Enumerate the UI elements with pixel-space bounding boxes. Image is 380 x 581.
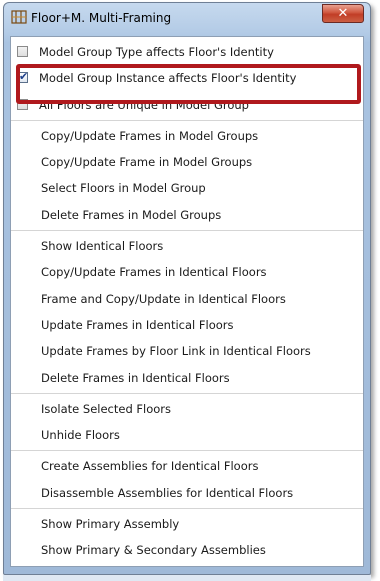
menu-item-show-primary-secondary-assemblies[interactable]: Show Primary & Secondary Assemblies bbox=[11, 537, 363, 563]
assemblies-section: Create Assemblies for Identical Floors D… bbox=[11, 451, 363, 510]
menu-item-isolate-selected-floors[interactable]: Isolate Selected Floors bbox=[11, 396, 363, 422]
menu-item-frame-copy-update-identical[interactable]: Frame and Copy/Update in Identical Floor… bbox=[11, 286, 363, 312]
menu-item-label: All Floors are Unique in Model Group bbox=[39, 97, 249, 112]
window-bottom-edge bbox=[3, 575, 371, 581]
identity-options-section: Model Group Type affects Floor's Identit… bbox=[11, 37, 363, 121]
checkbox-instance-affects-identity[interactable]: ✔ bbox=[17, 70, 28, 84]
checkbox-all-floors-unique[interactable] bbox=[17, 98, 28, 110]
menu-item-delete-frames-identical[interactable]: Delete Frames in Identical Floors bbox=[11, 365, 363, 391]
window-title: Floor+M. Multi-Framing bbox=[31, 11, 172, 25]
menu-item-copy-update-frame-model-groups[interactable]: Copy/Update Frame in Model Groups bbox=[11, 149, 363, 175]
dialog-window: Floor+M. Multi-Framing ✕ Model Group Typ… bbox=[3, 2, 371, 575]
menu-item-all-floors-unique[interactable]: All Floors are Unique in Model Group bbox=[11, 92, 363, 118]
menu-item-show-identical-floors[interactable]: Show Identical Floors bbox=[11, 233, 363, 259]
checkbox-type-affects-identity[interactable] bbox=[17, 46, 28, 57]
identical-floors-section: Show Identical Floors Copy/Update Frames… bbox=[11, 231, 363, 394]
menu-item-label: Model Group Type affects Floor's Identit… bbox=[39, 45, 274, 59]
close-icon: ✕ bbox=[337, 6, 349, 21]
menu-item-instance-affects-identity[interactable]: ✔ Model Group Instance affects Floor's I… bbox=[11, 65, 363, 91]
menu-item-delete-frames-model-groups[interactable]: Delete Frames in Model Groups bbox=[11, 202, 363, 228]
menu-item-select-floors-model-group[interactable]: Select Floors in Model Group bbox=[11, 175, 363, 201]
menu-item-type-affects-identity[interactable]: Model Group Type affects Floor's Identit… bbox=[11, 39, 363, 65]
checkmark-icon: ✔ bbox=[19, 70, 29, 84]
menu-item-create-assemblies[interactable]: Create Assemblies for Identical Floors bbox=[11, 453, 363, 479]
menu-item-disassemble-assemblies[interactable]: Disassemble Assemblies for Identical Flo… bbox=[11, 480, 363, 506]
menu-item-copy-update-frames-identical[interactable]: Copy/Update Frames in Identical Floors bbox=[11, 259, 363, 285]
menu-item-copy-update-frames-model-groups[interactable]: Copy/Update Frames in Model Groups bbox=[11, 123, 363, 149]
show-assembly-section: Show Primary Assembly Show Primary & Sec… bbox=[11, 509, 363, 566]
frame-app-icon bbox=[11, 10, 27, 24]
model-group-section: Copy/Update Frames in Model Groups Copy/… bbox=[11, 121, 363, 232]
menu-item-show-primary-assembly[interactable]: Show Primary Assembly bbox=[11, 511, 363, 537]
title-bar[interactable]: Floor+M. Multi-Framing ✕ bbox=[4, 3, 370, 33]
menu-panel: Model Group Type affects Floor's Identit… bbox=[10, 36, 364, 567]
menu-item-unhide-floors[interactable]: Unhide Floors bbox=[11, 422, 363, 448]
visibility-section: Isolate Selected Floors Unhide Floors bbox=[11, 394, 363, 452]
menu-item-label: Model Group Instance affects Floor's Ide… bbox=[39, 71, 297, 86]
menu-item-update-frames-identical[interactable]: Update Frames in Identical Floors bbox=[11, 312, 363, 338]
close-button[interactable]: ✕ bbox=[322, 4, 364, 23]
menu-item-update-frames-floor-link[interactable]: Update Frames by Floor Link in Identical… bbox=[11, 338, 363, 364]
